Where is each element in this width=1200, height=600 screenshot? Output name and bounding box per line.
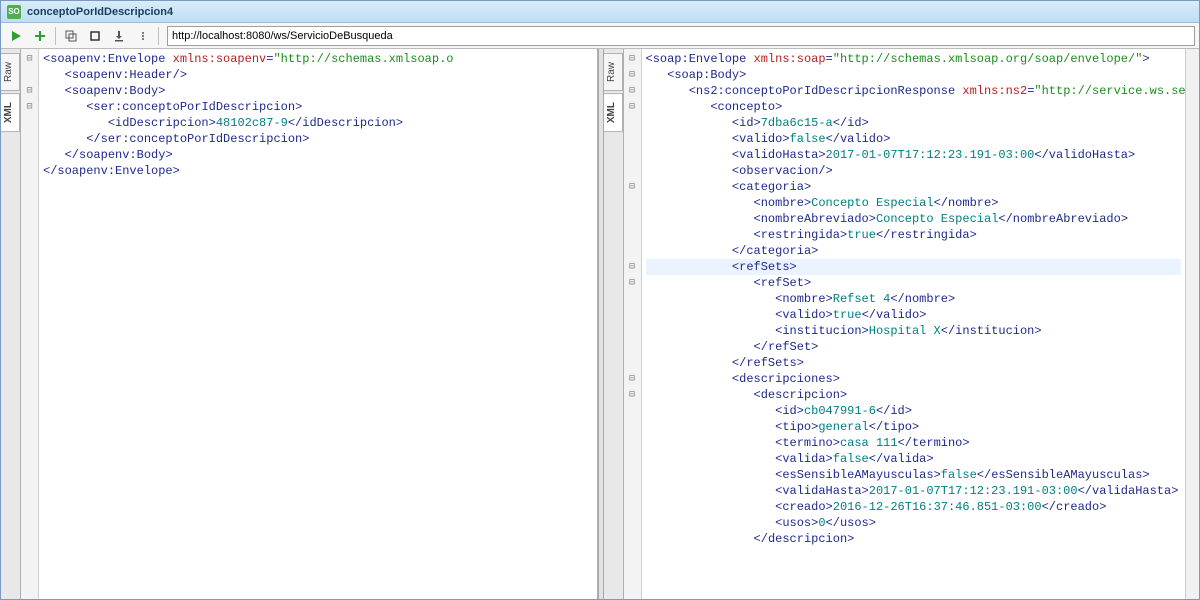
- fold-icon[interactable]: ⊟: [21, 51, 38, 67]
- fold-icon[interactable]: ⊟: [624, 179, 641, 195]
- response-pane: Raw XML ⊟ ⊟ ⊟ ⊟ ⊟ ⊟ ⊟ ⊟ ⊟ <soap:Envelope…: [604, 49, 1200, 599]
- request-gutter[interactable]: ⊟ ⊟ ⊟: [21, 49, 39, 599]
- tab-raw[interactable]: Raw: [1, 53, 20, 91]
- fold-icon[interactable]: ⊟: [21, 99, 38, 115]
- fold-icon[interactable]: ⊟: [624, 67, 641, 83]
- more-button[interactable]: [132, 26, 154, 46]
- scrollbar[interactable]: [1185, 49, 1199, 599]
- toolbar-separator: [158, 27, 159, 45]
- window-title: conceptoPorIdDescripcion4: [27, 6, 173, 18]
- toolbar-separator: [55, 27, 56, 45]
- endpoint-url-input[interactable]: [167, 26, 1195, 46]
- fold-icon[interactable]: ⊟: [624, 99, 641, 115]
- download-button[interactable]: [108, 26, 130, 46]
- panes: Raw XML ⊟ ⊟ ⊟ <soapenv:Envelope xmlns:so…: [1, 49, 1199, 599]
- tab-xml[interactable]: XML: [604, 93, 623, 132]
- clone-button[interactable]: [60, 26, 82, 46]
- fold-icon[interactable]: ⊟: [624, 371, 641, 387]
- tab-xml[interactable]: XML: [1, 93, 20, 132]
- request-pane: Raw XML ⊟ ⊟ ⊟ <soapenv:Envelope xmlns:so…: [1, 49, 598, 599]
- tab-raw[interactable]: Raw: [604, 53, 623, 91]
- titlebar: SO conceptoPorIdDescripcion4: [1, 1, 1199, 23]
- soapui-window: SO conceptoPorIdDescripcion4 Raw: [0, 0, 1200, 600]
- add-button[interactable]: [29, 26, 51, 46]
- fold-icon[interactable]: ⊟: [624, 259, 641, 275]
- fold-icon[interactable]: ⊟: [21, 83, 38, 99]
- fold-icon[interactable]: ⊟: [624, 275, 641, 291]
- submit-button[interactable]: [5, 26, 27, 46]
- request-side-tabs: Raw XML: [1, 49, 21, 599]
- fold-icon[interactable]: ⊟: [624, 387, 641, 403]
- soap-icon: SO: [7, 5, 21, 19]
- request-xml[interactable]: <soapenv:Envelope xmlns:soapenv="http://…: [39, 49, 597, 599]
- fold-icon[interactable]: ⊟: [624, 83, 641, 99]
- toolbar: [1, 23, 1199, 49]
- response-xml[interactable]: <soap:Envelope xmlns:soap="http://schema…: [642, 49, 1186, 599]
- response-gutter[interactable]: ⊟ ⊟ ⊟ ⊟ ⊟ ⊟ ⊟ ⊟ ⊟: [624, 49, 642, 599]
- response-side-tabs: Raw XML: [604, 49, 624, 599]
- stop-button[interactable]: [84, 26, 106, 46]
- fold-icon[interactable]: ⊟: [624, 51, 641, 67]
